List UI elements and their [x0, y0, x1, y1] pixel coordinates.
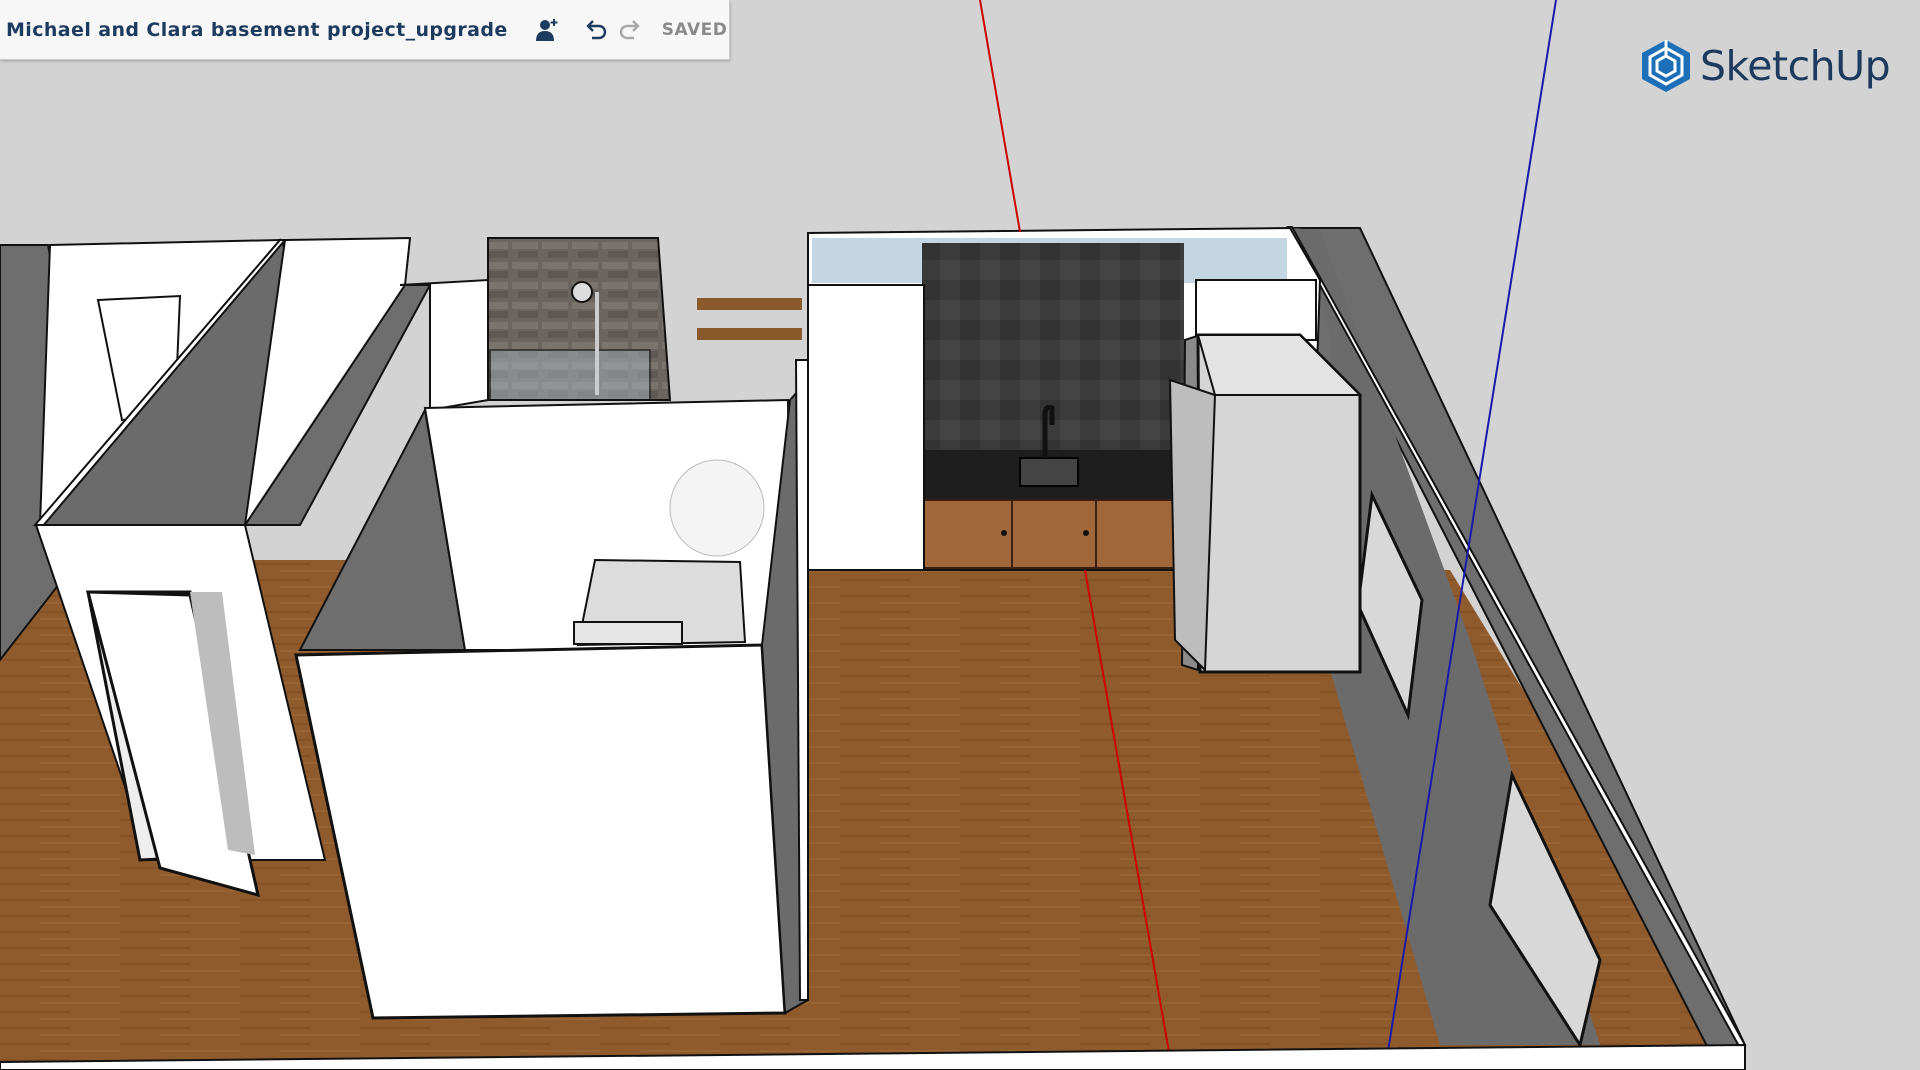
- model-viewport[interactable]: [0, 0, 1920, 1070]
- document-title[interactable]: Michael and Clara basement project_upgra…: [6, 19, 508, 41]
- redo-icon: [619, 19, 640, 39]
- undo-icon: [586, 19, 606, 39]
- shelf-2: [697, 328, 802, 340]
- base-cabinets: [921, 499, 1185, 569]
- brand-logo: SketchUp: [1640, 38, 1891, 94]
- shelf-1: [697, 298, 802, 310]
- save-status: SAVED: [661, 19, 728, 40]
- red-axis-upper: [979, 0, 1021, 233]
- sketchup-logo-icon: [1642, 40, 1690, 92]
- redo-button[interactable]: [614, 13, 648, 47]
- shower-glass: [489, 349, 651, 401]
- undo-button[interactable]: [578, 13, 612, 47]
- round-mirror: [669, 459, 765, 557]
- share-button[interactable]: [530, 13, 564, 47]
- document-toolbar: Michael and Clara basement project_upgra…: [0, 0, 730, 60]
- add-collaborator-icon: [535, 18, 558, 41]
- right-cabinet-white: [1195, 279, 1317, 341]
- sink: [1019, 457, 1079, 487]
- showerhead: [571, 281, 593, 303]
- brand-name: SketchUp: [1700, 42, 1891, 90]
- bathroom-front-wall: [294, 643, 787, 1020]
- left-cabinet-white: [807, 284, 925, 571]
- vanity-drawer: [573, 621, 683, 645]
